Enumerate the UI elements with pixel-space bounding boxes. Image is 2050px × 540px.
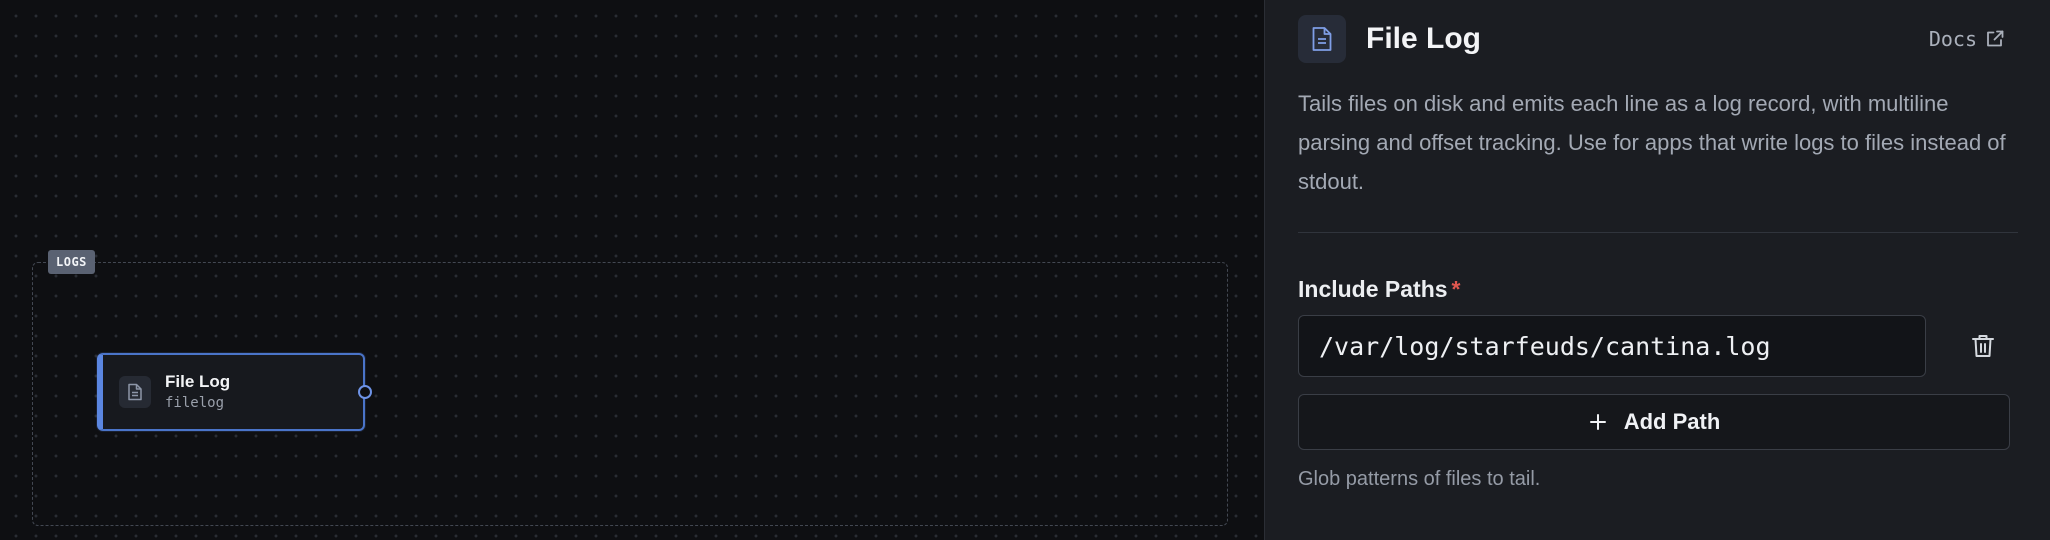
node-text: File Log filelog <box>165 371 230 413</box>
node-subtitle: filelog <box>165 395 225 411</box>
required-mark: * <box>1451 276 1461 302</box>
panel-header: File Log Docs <box>1298 14 2018 64</box>
add-path-label: Add Path <box>1623 409 1721 434</box>
delete-path-button[interactable] <box>1958 321 2008 371</box>
trash-icon <box>1972 335 1994 357</box>
divider <box>1298 232 2018 233</box>
node-title: File Log <box>165 372 231 391</box>
include-paths-label-text: Include Paths <box>1298 276 1448 302</box>
include-paths-help: Glob patterns of files to tail. <box>1298 468 1541 490</box>
group-badge: LOGS <box>48 250 95 274</box>
docs-label: Docs <box>1928 27 1977 51</box>
document-icon <box>1298 15 1346 63</box>
plus-icon <box>1589 414 1606 430</box>
include-path-input[interactable] <box>1298 315 1926 377</box>
config-panel: File Log Docs Tails files on disk and em… <box>1264 0 2050 540</box>
node-output-handle[interactable] <box>358 385 372 399</box>
filelog-node[interactable]: File Log filelog <box>97 353 372 431</box>
panel-description: Tails files on disk and emits each line … <box>1298 91 2006 194</box>
docs-link[interactable]: Docs <box>1929 27 2005 51</box>
document-icon <box>119 376 151 408</box>
panel-title: File Log <box>1366 22 1481 55</box>
app-root: LOGS File Log filelog File Log Docs Tail… <box>0 0 2050 540</box>
external-link-icon <box>1987 30 2004 47</box>
pipeline-canvas[interactable]: LOGS File Log filelog <box>0 0 1264 540</box>
include-paths-label: Include Paths * <box>1298 276 1461 303</box>
add-path-button[interactable]: Add Path <box>1298 394 2010 450</box>
